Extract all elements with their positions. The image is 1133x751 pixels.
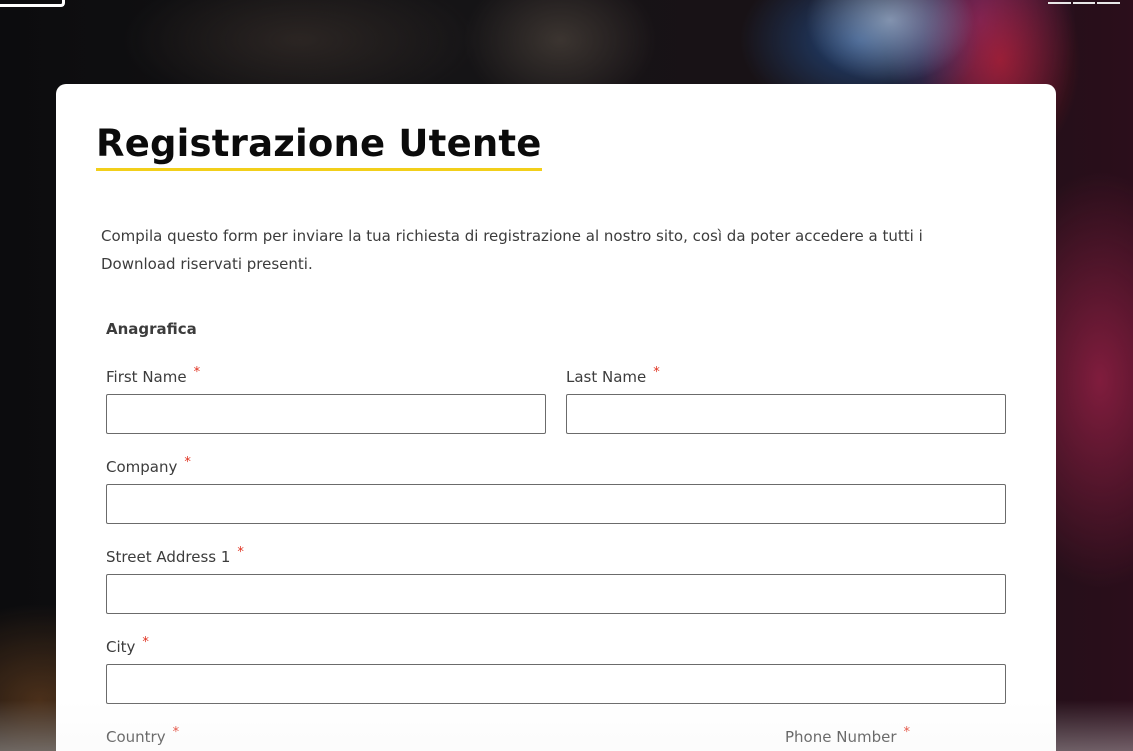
company-label: Company * xyxy=(106,455,191,476)
city-input[interactable] xyxy=(106,664,1006,704)
required-marker: * xyxy=(653,365,660,380)
required-marker: * xyxy=(193,365,201,380)
required-marker: * xyxy=(142,635,149,650)
first-name-input[interactable] xyxy=(106,394,546,434)
country-label: Country * xyxy=(106,725,180,746)
required-marker: * xyxy=(172,725,180,740)
last-name-input[interactable] xyxy=(566,394,1006,434)
first-name-label: First Name * xyxy=(106,365,201,386)
last-name-label: Last Name * xyxy=(566,365,660,386)
registration-card: Registrazione Utente Compila questo form… xyxy=(56,84,1056,751)
brand-logo-right[interactable] xyxy=(1048,0,1121,5)
phone-number-label: Phone Number * xyxy=(785,725,911,746)
intro-text: Compila questo form per inviare la tua r… xyxy=(101,227,923,273)
required-marker: * xyxy=(237,545,244,560)
section-label-anagrafica: Anagrafica xyxy=(106,320,197,338)
brand-logo-left[interactable] xyxy=(0,0,65,7)
street-address-1-label: Street Address 1 * xyxy=(106,545,244,566)
required-marker: * xyxy=(903,725,911,740)
street-address-1-input[interactable] xyxy=(106,574,1006,614)
company-input[interactable] xyxy=(106,484,1006,524)
page-title: Registrazione Utente xyxy=(96,120,542,171)
required-marker: * xyxy=(184,455,191,470)
city-label: City * xyxy=(106,635,149,656)
